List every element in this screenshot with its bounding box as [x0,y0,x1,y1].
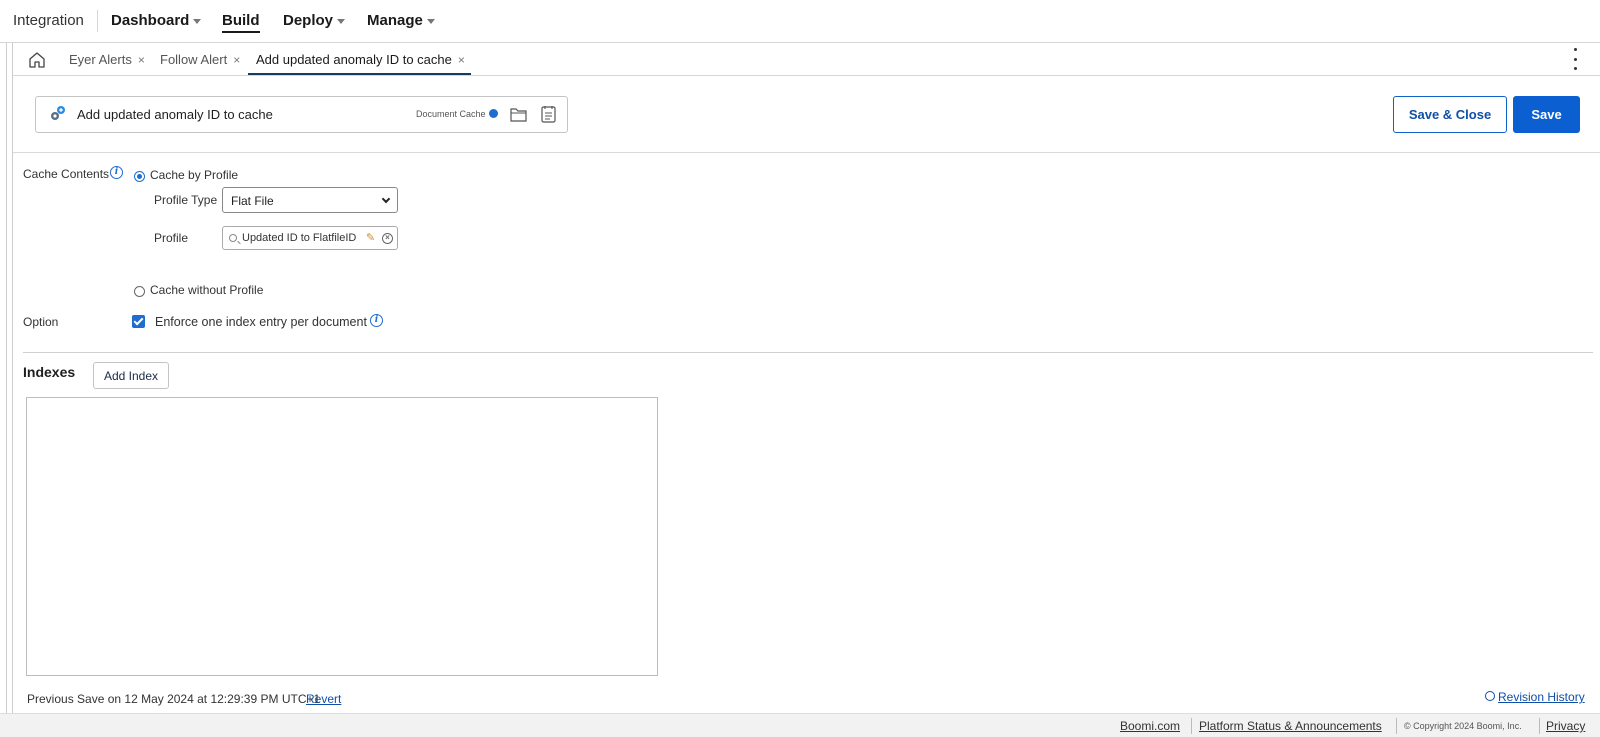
brand-label[interactable]: Integration [13,12,84,29]
save-close-button[interactable]: Save & Close [1393,96,1507,133]
save-button[interactable]: Save [1513,96,1580,133]
tab-label: Follow Alert [160,52,228,67]
footer-divider [1191,718,1192,734]
close-icon[interactable]: × [233,53,240,67]
chevron-down-icon [381,194,391,204]
tab-label: Eyer Alerts [69,52,132,67]
add-index-button[interactable]: Add Index [93,362,169,389]
footer-divider [1539,718,1540,734]
tab-follow-alert[interactable]: Follow Alert × [160,52,240,67]
divider [13,152,1600,153]
component-header: Add updated anomaly ID to cache Document… [35,96,568,133]
clear-icon[interactable]: × [382,233,393,244]
search-icon [229,234,237,242]
folder-icon[interactable] [510,107,527,122]
chevron-down-icon [426,18,435,24]
indexes-panel [26,397,658,676]
info-icon[interactable]: i [370,314,383,327]
footer-copyright: © Copyright 2024 Boomi, Inc. [1404,721,1522,731]
nav-build[interactable]: Build [222,12,260,33]
nav-deploy[interactable]: Deploy [283,12,346,29]
tab-add-updated-anomaly[interactable]: Add updated anomaly ID to cache × [256,52,465,67]
cache-without-profile-label[interactable]: Cache without Profile [150,283,263,297]
chevron-down-icon [337,18,346,24]
pencil-icon[interactable]: ✎ [366,231,375,244]
profile-type-select[interactable]: Flat File [222,187,398,213]
home-icon[interactable] [27,50,47,70]
nav-manage-label: Manage [367,12,423,29]
component-name[interactable]: Add updated anomaly ID to cache [77,107,273,122]
profile-type-label: Profile Type [154,193,218,207]
divider [23,352,1593,353]
profile-value[interactable]: Updated ID to FlatfileID [242,232,356,244]
history-icon [1485,691,1495,701]
cache-contents-label: Cache Contents [23,167,110,181]
document-cache-icon [51,106,65,120]
nav-dashboard[interactable]: Dashboard [111,12,202,29]
footer: Boomi.com Platform Status & Announcement… [0,713,1600,737]
component-type-label: Document Cache [416,109,486,119]
indexes-title: Indexes [23,364,76,380]
nav-divider [97,10,98,32]
profile-field[interactable]: Updated ID to FlatfileID ✎ × [222,226,398,250]
active-tab-indicator [248,73,471,75]
option-label: Option [23,315,59,329]
enforce-index-checkbox[interactable] [132,315,145,328]
cache-by-profile-radio[interactable] [134,171,145,182]
close-icon[interactable]: × [458,53,465,67]
revision-history-link[interactable]: Revision History [1485,690,1585,704]
revert-link[interactable]: Revert [306,692,341,706]
nav-deploy-label: Deploy [283,12,334,29]
footer-divider [1396,718,1397,734]
top-nav: Integration Dashboard Build Deploy Manag… [0,0,1600,43]
footer-privacy-link[interactable]: Privacy [1546,719,1585,733]
close-icon[interactable]: × [138,53,145,67]
profile-label: Profile [154,231,189,245]
nav-dashboard-label: Dashboard [111,12,190,29]
footer-platform-status-link[interactable]: Platform Status & Announcements [1199,719,1382,733]
tab-bar: Eyer Alerts × Follow Alert × Add updated a… [13,43,1600,76]
chevron-down-icon [193,18,202,24]
info-icon[interactable] [488,109,498,118]
nav-build-label: Build [222,12,260,29]
cache-by-profile-label[interactable]: Cache by Profile [150,168,238,182]
notes-icon[interactable] [541,105,556,123]
tab-eyer-alerts[interactable]: Eyer Alerts × [69,52,145,67]
tab-label: Add updated anomaly ID to cache [256,52,452,67]
left-rail-line [12,43,13,713]
revision-history-label: Revision History [1498,690,1585,704]
profile-type-value: Flat File [231,194,274,208]
nav-manage[interactable]: Manage [367,12,435,29]
cache-without-profile-radio[interactable] [134,286,145,297]
enforce-index-label[interactable]: Enforce one index entry per document [155,315,367,329]
footer-boomi-link[interactable]: Boomi.com [1120,719,1180,733]
component-type: Document Cache [416,109,498,119]
more-options-icon[interactable] [1572,48,1578,70]
previous-save-text: Previous Save on 12 May 2024 at 12:29:39… [27,692,321,706]
left-rail-line [6,43,7,713]
info-icon[interactable]: i [110,166,123,179]
